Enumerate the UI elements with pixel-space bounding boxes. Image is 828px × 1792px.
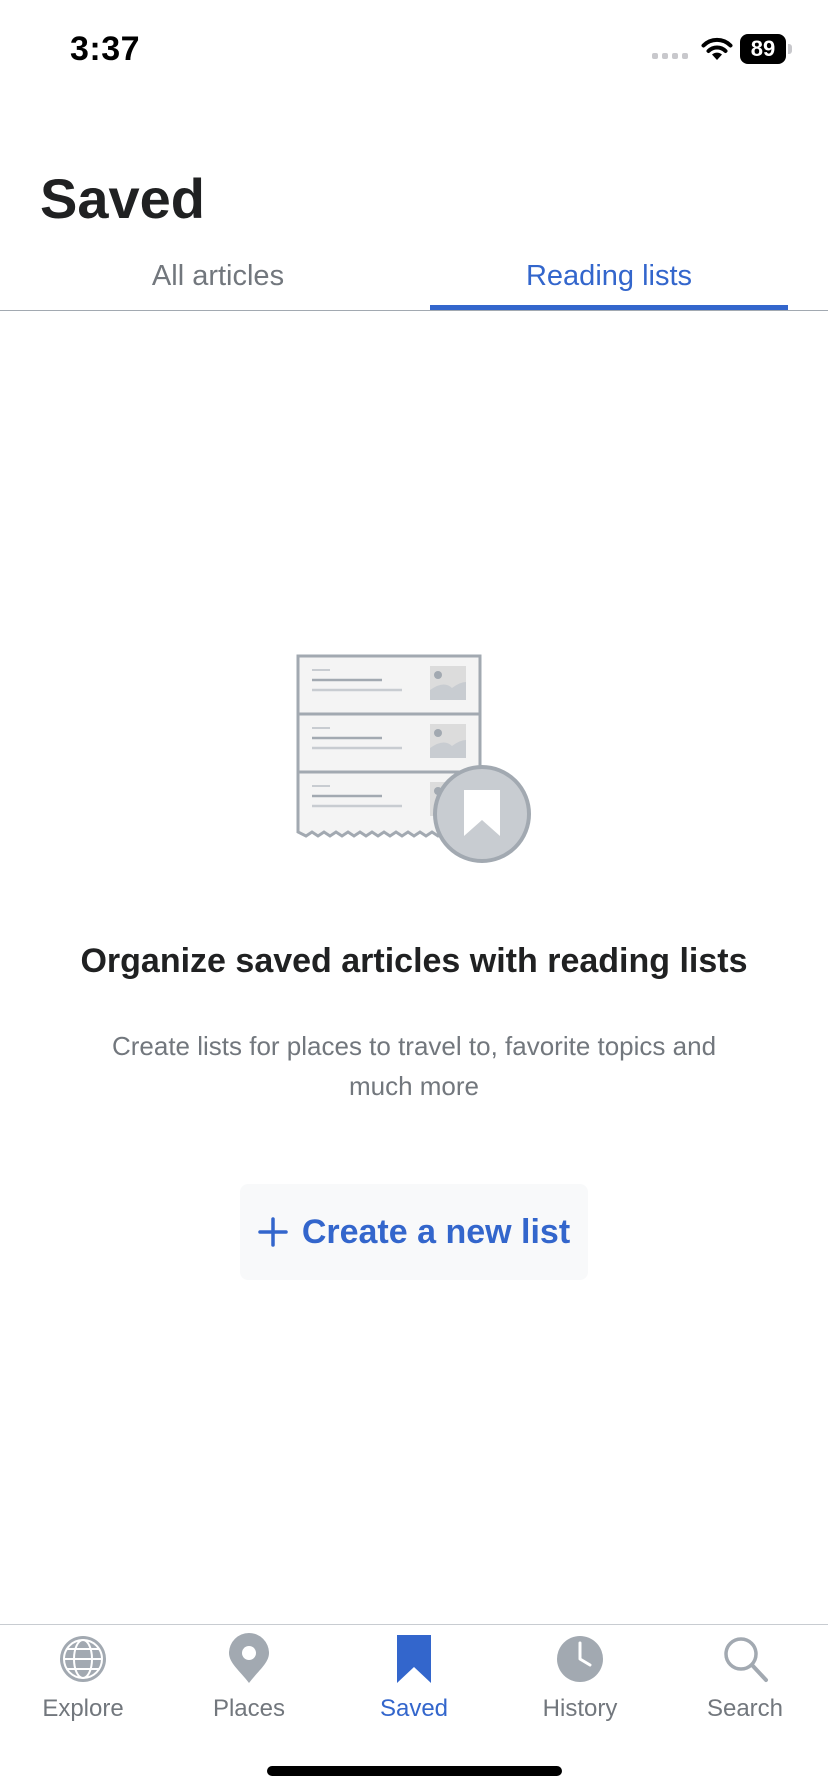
tab-all-articles[interactable]: All articles: [40, 250, 396, 310]
screen: 3:37 89 Saved All articles Reading lists: [0, 0, 828, 1792]
reading-list-illustration: [296, 654, 531, 863]
map-pin-icon: [229, 1633, 269, 1683]
globe-icon: [60, 1636, 106, 1682]
tab-bar-label: Places: [212, 1695, 286, 1722]
battery-icon: 89: [740, 34, 792, 64]
home-indicator[interactable]: [267, 1766, 562, 1776]
tab-bar-item-search[interactable]: Search: [662, 1625, 828, 1745]
battery-level: 89: [740, 34, 786, 64]
segment-tabs: All articles Reading lists: [0, 250, 828, 311]
clock-icon: [557, 1636, 603, 1682]
status-bar: 3:37 89: [0, 0, 828, 100]
create-new-list-button[interactable]: Create a new list: [240, 1184, 588, 1280]
active-tab-indicator: [430, 305, 788, 310]
bookmark-icon: [397, 1635, 431, 1683]
cellular-signal-icon: [652, 53, 688, 59]
create-new-list-label: Create a new list: [301, 1212, 571, 1251]
empty-state-subtitle: Create lists for places to travel to, fa…: [111, 1031, 717, 1101]
wifi-icon: [701, 37, 733, 60]
tab-bar-item-saved[interactable]: Saved: [331, 1625, 497, 1745]
page-title: Saved: [40, 167, 205, 230]
plus-icon: [258, 1217, 288, 1247]
tab-bar-label: Saved: [379, 1695, 449, 1722]
tab-bar-label: History: [542, 1695, 618, 1722]
tab-bar-label: Explore: [42, 1695, 124, 1722]
status-time: 3:37: [70, 30, 141, 68]
tab-reading-lists[interactable]: Reading lists: [430, 250, 788, 310]
empty-state-title: Organize saved articles with reading lis…: [80, 942, 748, 980]
tab-bar-label: Search: [706, 1695, 784, 1722]
search-icon: [724, 1637, 768, 1682]
tab-bar-item-places[interactable]: Places: [166, 1625, 332, 1745]
tab-bar-item-history[interactable]: History: [497, 1625, 663, 1745]
tab-bar-item-explore[interactable]: Explore: [0, 1625, 166, 1745]
